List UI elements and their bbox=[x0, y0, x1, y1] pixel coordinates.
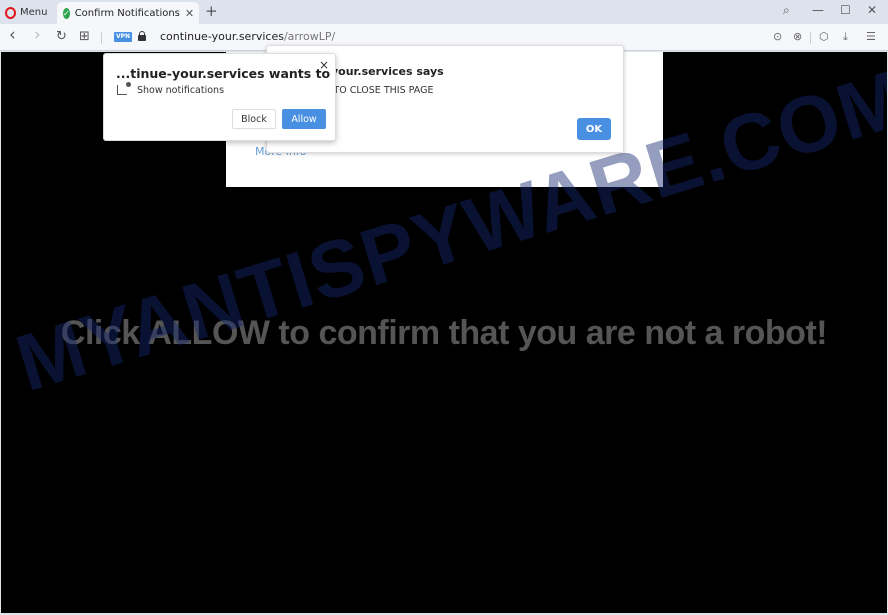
vpn-badge[interactable]: VPN bbox=[114, 32, 132, 42]
lock-icon[interactable] bbox=[138, 31, 146, 41]
alert-message: W TO CLOSE THIS PAGE bbox=[321, 85, 434, 96]
tabs-grid-icon[interactable]: ⊞ bbox=[79, 29, 90, 44]
close-window-button[interactable]: ✕ bbox=[867, 3, 877, 17]
maximize-button[interactable]: ☐ bbox=[840, 3, 851, 17]
forward-button[interactable]: › bbox=[34, 25, 41, 45]
opera-logo-icon bbox=[5, 6, 16, 19]
check-icon: ✓ bbox=[63, 7, 70, 19]
permission-label: Show notifications bbox=[137, 85, 225, 96]
browser-window: Menu ✓ Confirm Notifications ✕ + ⌕ — ☐ ✕… bbox=[0, 0, 888, 615]
toolbar-separator bbox=[810, 32, 811, 44]
url-path: /arrowLP/ bbox=[283, 30, 336, 43]
minimize-button[interactable]: — bbox=[812, 3, 824, 17]
allow-button[interactable]: Allow bbox=[282, 109, 326, 129]
adblock-icon[interactable]: ⊗ bbox=[793, 30, 802, 43]
easy-setup-icon[interactable]: ☰ bbox=[866, 30, 876, 43]
tab-confirm-notifications[interactable]: ✓ Confirm Notifications ✕ bbox=[57, 2, 199, 24]
wallet-cube-icon[interactable]: ⬡ bbox=[819, 30, 829, 43]
new-tab-button[interactable]: + bbox=[205, 2, 218, 20]
alert-ok-button[interactable]: OK bbox=[577, 118, 611, 140]
block-button[interactable]: Block bbox=[232, 109, 276, 129]
toolbar-separator bbox=[101, 32, 102, 44]
tab-title: Confirm Notifications bbox=[74, 7, 180, 19]
snapshot-icon[interactable]: ⊙ bbox=[773, 30, 782, 43]
page-headline: Click ALLOW to confirm that you are not … bbox=[60, 314, 828, 352]
tab-strip: Menu ✓ Confirm Notifications ✕ + ⌕ — ☐ ✕ bbox=[0, 0, 888, 24]
address-bar[interactable]: continue-your.services/arrowLP/ bbox=[160, 30, 335, 43]
alert-title: your.services says bbox=[331, 65, 444, 78]
back-button[interactable]: ‹ bbox=[9, 25, 16, 45]
opera-menu-button[interactable]: Menu bbox=[5, 4, 47, 21]
menu-label: Menu bbox=[20, 7, 48, 18]
notification-permission-popup: ...tinue-your.services wants to × Show n… bbox=[103, 53, 336, 141]
search-icon[interactable]: ⌕ bbox=[783, 3, 790, 18]
close-icon[interactable]: × bbox=[319, 58, 329, 72]
notification-title: ...tinue-your.services wants to bbox=[116, 66, 331, 81]
tab-close-icon[interactable]: ✕ bbox=[185, 7, 194, 20]
reload-button[interactable]: ↻ bbox=[56, 29, 67, 44]
url-host: continue-your.services bbox=[160, 30, 284, 43]
download-icon[interactable]: ⤓ bbox=[843, 30, 848, 44]
notification-bell-icon bbox=[117, 82, 131, 95]
